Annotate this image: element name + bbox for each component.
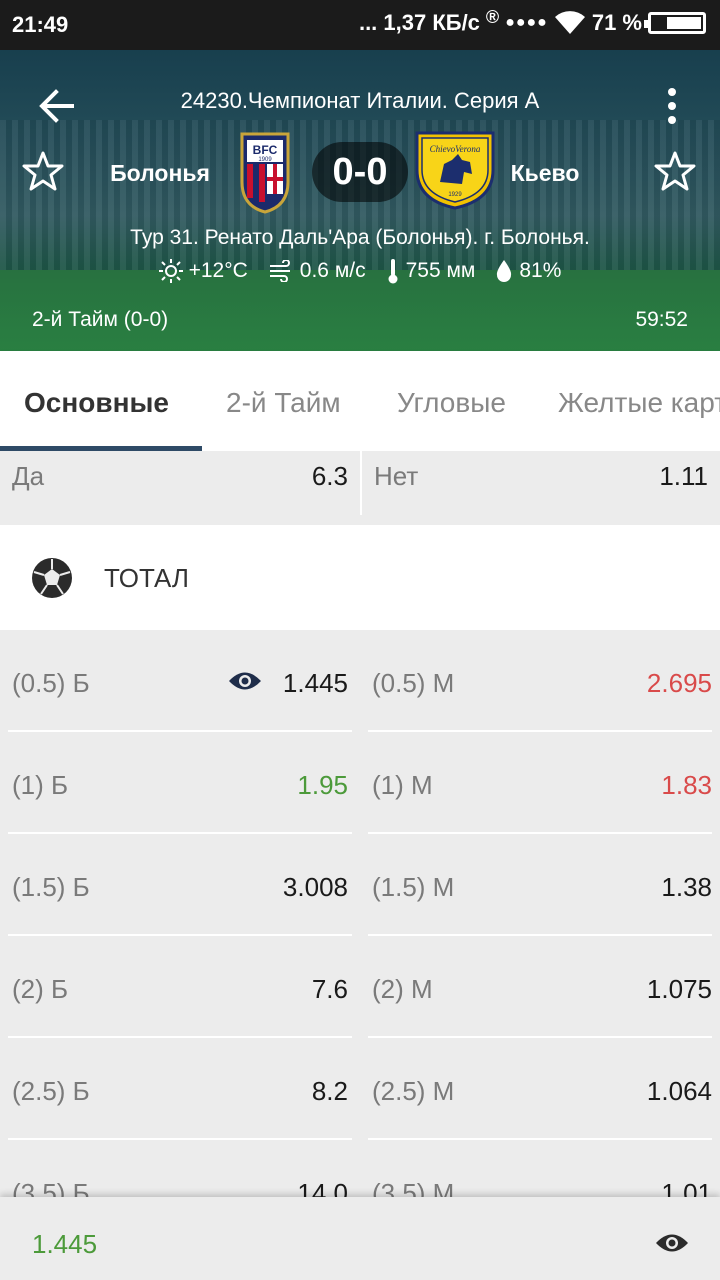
odds-cell-under[interactable]: (2.5) М 1.064 [368, 1038, 712, 1140]
tab-second-half[interactable]: 2-й Тайм [226, 351, 341, 451]
favorite-away-star-icon[interactable] [654, 150, 696, 192]
selected-odds-value: 1.445 [32, 1229, 98, 1259]
odds-value: 1.064 [646, 1076, 712, 1106]
match-score: 0-0 [312, 142, 408, 202]
odds-cell-yes[interactable]: Да 6.3 [0, 451, 360, 525]
tab-main[interactable]: Основные [24, 351, 169, 451]
odds-value: 1.11 [659, 461, 708, 491]
odds-value: 1.445 [282, 668, 348, 698]
match-header: 24230.Чемпионат Италии. Серия А Болонья … [0, 50, 720, 351]
pressure-value: 755 мм [405, 259, 476, 282]
odds-value: 1.83 [661, 770, 712, 800]
odds-row-yes-no: Да 6.3 Нет 1.11 [0, 451, 720, 525]
thermometer-icon [388, 259, 398, 284]
odds-label: (0.5) Б [12, 668, 90, 698]
humidity-item: 81% [495, 259, 561, 283]
battery-percent: 71 % [591, 10, 642, 35]
bologna-logo-year: 1909 [258, 157, 272, 163]
more-vert-icon[interactable] [660, 86, 684, 126]
odds-label: (2) М [372, 974, 433, 1004]
water-drop-icon [497, 260, 512, 282]
venue-info: Тур 31. Ренато Даль'Ара (Болонья). г. Бо… [130, 226, 590, 249]
status-time: 21:49 [12, 12, 69, 37]
tab-yellow-cards[interactable]: Желтые карточки [558, 351, 720, 451]
chievo-logo-year: 1929 [448, 192, 462, 198]
total-row: (1.5) Б 3.008 (1.5) М 1.38 [0, 834, 720, 936]
odds-cell-over[interactable]: (1) Б 1.95 [8, 732, 352, 834]
odds-value: 1.38 [661, 872, 712, 902]
network-speed: ... 1,37 КБ/с [358, 10, 480, 35]
bologna-logo-icon: BFC 1909 [240, 132, 290, 214]
odds-label: (1.5) Б [12, 872, 90, 902]
odds-cell-under[interactable]: (0.5) М 2.695 [368, 630, 712, 732]
section-title: ТОТАЛ [104, 563, 189, 593]
registered-mark: ® [485, 6, 500, 27]
odds-cell-under[interactable]: (2) М 1.075 [368, 936, 712, 1038]
odds-cell-over[interactable]: (3.5) Б 14.0 [8, 1140, 352, 1200]
status-bar: 21:49 ... 1,37 КБ/с ® ●●●● 71 % [0, 0, 720, 50]
bet-slip-bar[interactable]: 1.445 [0, 1197, 720, 1280]
total-row: (0.5) Б 1.445 (0.5) М 2.695 [0, 630, 720, 732]
odds-label: Да [12, 461, 45, 491]
wind-item: 0.6 м/с [268, 259, 366, 283]
eye-icon[interactable] [655, 1232, 689, 1254]
odds-value: 3.008 [282, 872, 348, 902]
odds-label: (0.5) М [372, 668, 455, 698]
favorite-home-star-icon[interactable] [22, 150, 64, 192]
sun-icon [158, 259, 183, 283]
bologna-logo-text: BFC [253, 143, 278, 157]
back-arrow-icon[interactable] [36, 86, 76, 126]
weather-row: +12°C 0.6 м/с 755 мм 81% [0, 258, 720, 284]
total-row: (1) Б 1.95 (1) М 1.83 [0, 732, 720, 834]
chievo-logo-text: ChievoVerona [430, 144, 481, 154]
home-team-name: Болонья [110, 160, 210, 186]
battery-icon [644, 12, 706, 34]
total-section-header[interactable]: ТОТАЛ [0, 525, 720, 630]
total-row: (2) Б 7.6 (2) М 1.075 [0, 936, 720, 1038]
eye-icon [229, 672, 261, 690]
battery-fill [667, 17, 701, 29]
odds-label: (2.5) Б [12, 1076, 90, 1106]
odds-value: 7.6 [311, 974, 348, 1004]
odds-cell-over[interactable]: (1.5) Б 3.008 [8, 834, 352, 936]
odds-cell-over[interactable]: (0.5) Б 1.445 [8, 630, 352, 732]
odds-cell-no[interactable]: Нет 1.11 [362, 451, 720, 525]
odds-label: (1) Б [12, 770, 69, 800]
away-team-name: Кьево [510, 160, 580, 186]
odds-cell-under[interactable]: (1) М 1.83 [368, 732, 712, 834]
odds-value: 2.695 [646, 668, 712, 698]
odds-cell-under[interactable]: (3.5) М 1.01 [368, 1140, 712, 1200]
odds-label: (2) Б [12, 974, 69, 1004]
wifi-icon [554, 11, 585, 35]
wind-icon [269, 260, 290, 282]
status-right: ... 1,37 КБ/с ® ●●●● 71 % [358, 6, 706, 36]
temperature-item: +12°C [158, 259, 248, 283]
total-row: (3.5) Б 14.0 (3.5) М 1.01 [0, 1140, 720, 1200]
odds-cell-over[interactable]: (2.5) Б 8.2 [8, 1038, 352, 1140]
market-tabs: Основные 2-й Тайм Угловые Желтые карточк… [0, 351, 720, 451]
match-period: 2-й Тайм (0-0) [32, 308, 169, 331]
odds-label: Нет [374, 461, 419, 491]
odds-label: (2.5) М [372, 1076, 455, 1106]
signal-dots: ●●●● [505, 14, 548, 31]
totals-list: (0.5) Б 1.445 (0.5) М 2.695 (1) Б 1.95 (1) М 1.… [0, 630, 720, 1200]
odds-label: (1) М [372, 770, 433, 800]
odds-value: 1.075 [646, 974, 712, 1004]
odds-label: (1.5) М [372, 872, 455, 902]
tournament-title: 24230.Чемпионат Италии. Серия А [180, 88, 540, 113]
wind-value: 0.6 м/с [299, 259, 366, 282]
humidity-value: 81% [519, 259, 562, 282]
temperature-value: +12°C [188, 259, 248, 282]
odds-value: 8.2 [311, 1076, 348, 1106]
odds-cell-over[interactable]: (2) Б 7.6 [8, 936, 352, 1038]
pressure-item: 755 мм [386, 258, 476, 284]
total-row: (2.5) Б 8.2 (2.5) М 1.064 [0, 1038, 720, 1140]
tab-corners[interactable]: Угловые [397, 351, 506, 451]
odds-cell-under[interactable]: (1.5) М 1.38 [368, 834, 712, 936]
soccer-ball-icon [32, 558, 72, 598]
odds-value: 6.3 [311, 461, 348, 491]
match-clock: 59:52 [635, 308, 688, 331]
odds-value: 1.95 [297, 770, 348, 800]
